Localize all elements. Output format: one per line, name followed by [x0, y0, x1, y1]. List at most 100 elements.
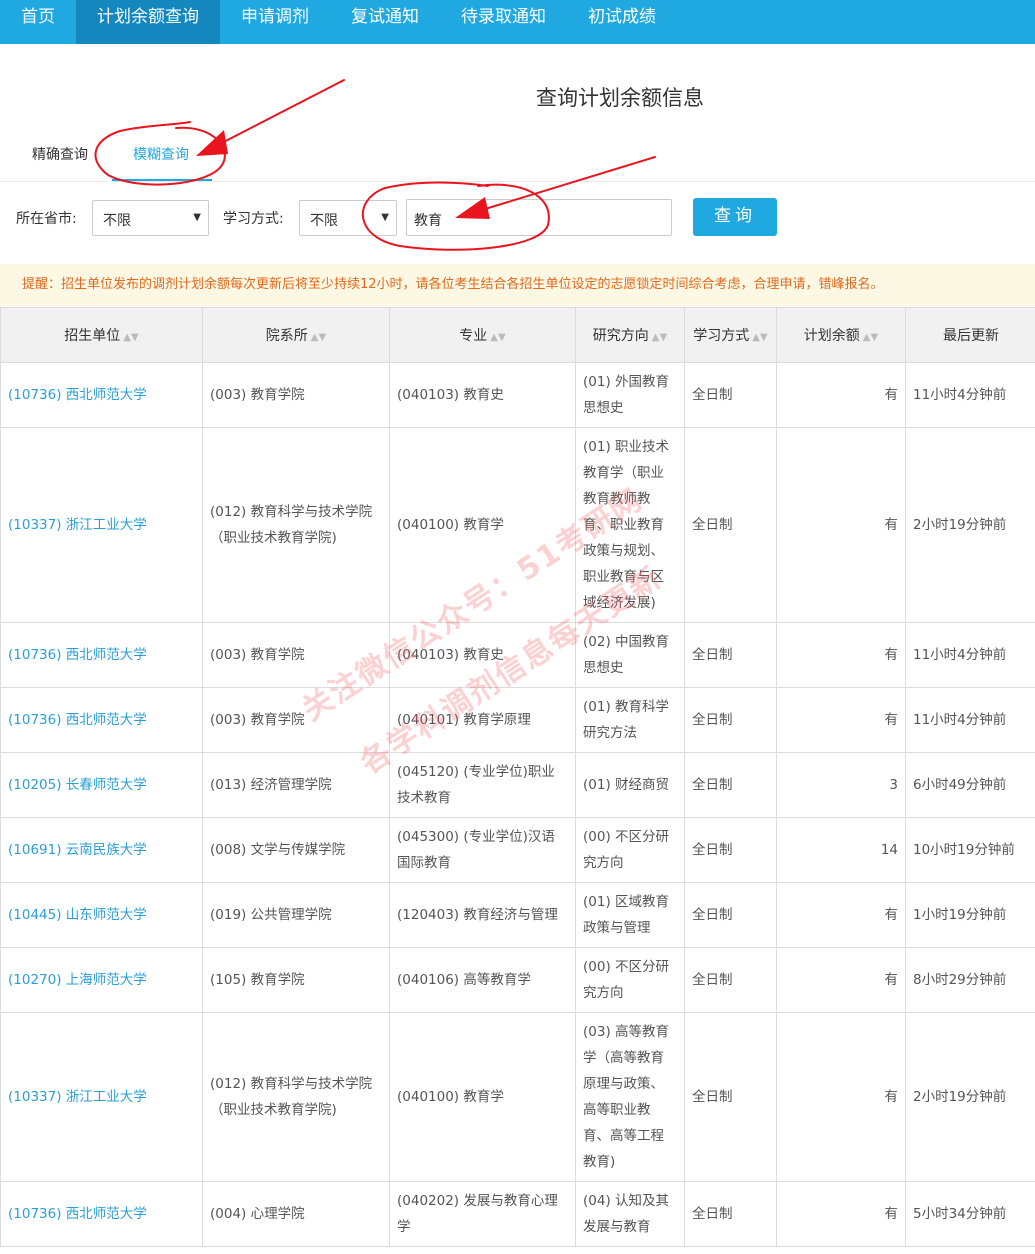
top-nav: 首页 计划余额查询 申请调剂 复试通知 待录取通知 初试成绩 [0, 0, 1035, 44]
cell-updated: 11小时4分钟前 [905, 622, 1035, 688]
cell-remain: 有 [776, 427, 906, 623]
table-row: (10205) 长春师范大学 (013) 经济管理学院 (045120) (专业… [0, 752, 1035, 818]
tab-exact-query[interactable]: 精确查询 [32, 144, 88, 164]
cell-unit[interactable]: (10691) 云南民族大学 [0, 817, 203, 883]
cell-dept: (012) 教育科学与技术学院（职业技术教育学院) [202, 427, 390, 623]
cell-unit[interactable]: (10205) 长春师范大学 [0, 752, 203, 818]
cell-major: (040101) 教育学原理 [389, 687, 576, 753]
sort-icon: ▲▼ [490, 332, 506, 343]
nav-item-apply-transfer[interactable]: 申请调剂 [220, 0, 330, 44]
cell-mode: 全日制 [684, 687, 777, 753]
cell-remain: 14 [776, 817, 906, 883]
cell-major: (040103) 教育史 [389, 362, 576, 428]
cell-mode: 全日制 [684, 947, 777, 1013]
cell-remain: 有 [776, 687, 906, 753]
nav-item-retest-notice[interactable]: 复试通知 [330, 0, 440, 44]
page-title: 查询计划余额信息 [536, 86, 704, 110]
cell-unit[interactable]: (10445) 山东师范大学 [0, 882, 203, 948]
cell-remain: 有 [776, 622, 906, 688]
table-row: (10736) 西北师范大学 (003) 教育学院 (040103) 教育史 (… [0, 622, 1035, 688]
cell-unit[interactable]: (10736) 西北师范大学 [0, 1181, 203, 1247]
col-header-dept[interactable]: 院系所 ▲▼ [202, 307, 390, 363]
cell-mode: 全日制 [684, 427, 777, 623]
province-select[interactable]: 不限 ▼ [92, 200, 209, 236]
nav-item-plan-balance[interactable]: 计划余额查询 [76, 0, 220, 44]
sort-icon: ▲▼ [862, 332, 879, 343]
cell-updated: 5小时34分钟前 [905, 1181, 1035, 1247]
cell-dept: (008) 文学与传媒学院 [202, 817, 390, 883]
cell-major: (040202) 发展与教育心理学 [389, 1181, 576, 1247]
table-row: (10270) 上海师范大学 (105) 教育学院 (040106) 高等教育学… [0, 947, 1035, 1013]
cell-dept: (003) 教育学院 [202, 687, 390, 753]
cell-mode: 全日制 [684, 882, 777, 948]
sort-icon: ▲▼ [651, 332, 668, 343]
cell-major: (120403) 教育经济与管理 [389, 882, 576, 948]
table-row: (10736) 西北师范大学 (003) 教育学院 (040101) 教育学原理… [0, 687, 1035, 753]
cell-dept: (012) 教育科学与技术学院（职业技术教育学院) [202, 1012, 390, 1182]
province-label: 所在省市: [16, 211, 77, 227]
study-mode-label: 学习方式: [223, 211, 284, 227]
cell-dept: (019) 公共管理学院 [202, 882, 390, 948]
nav-item-home[interactable]: 首页 [0, 0, 76, 44]
cell-remain: 有 [776, 362, 906, 428]
sort-icon: ▲▼ [752, 332, 768, 343]
province-select-value: 不限 [103, 213, 131, 229]
cell-updated: 2小时19分钟前 [905, 1012, 1035, 1182]
cell-direction: (04) 认知及其发展与教育 [575, 1181, 685, 1247]
dropdown-arrow-icon: ▼ [193, 212, 201, 223]
cell-unit[interactable]: (10337) 浙江工业大学 [0, 1012, 203, 1182]
cell-major: (045300) (专业学位)汉语国际教育 [389, 817, 576, 883]
cell-mode: 全日制 [684, 622, 777, 688]
cell-unit[interactable]: (10736) 西北师范大学 [0, 362, 203, 428]
study-mode-select-value: 不限 [310, 213, 338, 229]
table-row: (10337) 浙江工业大学 (012) 教育科学与技术学院（职业技术教育学院)… [0, 1012, 1035, 1182]
cell-direction: (01) 区域教育政策与管理 [575, 882, 685, 948]
col-header-updated: 最后更新 [905, 307, 1035, 363]
table-row: (10691) 云南民族大学 (008) 文学与传媒学院 (045300) (专… [0, 817, 1035, 883]
tab-fuzzy-query[interactable]: 模糊查询 [133, 144, 189, 164]
study-mode-select[interactable]: 不限 ▼ [299, 200, 397, 236]
cell-major: (040100) 教育学 [389, 427, 576, 623]
cell-direction: (00) 不区分研究方向 [575, 947, 685, 1013]
cell-updated: 2小时19分钟前 [905, 427, 1035, 623]
query-tabs: 精确查询 模糊查询 [0, 140, 1035, 182]
cell-direction: (01) 职业技术教育学（职业教育教师教育、职业教育政策与规划、职业教育与区域经… [575, 427, 685, 623]
cell-mode: 全日制 [684, 752, 777, 818]
col-header-direction[interactable]: 研究方向 ▲▼ [575, 307, 685, 363]
active-tab-indicator [112, 179, 212, 181]
col-header-unit[interactable]: 招生单位 ▲▼ [0, 307, 203, 363]
nav-item-initial-scores[interactable]: 初试成绩 [567, 0, 677, 44]
table-row: (10736) 西北师范大学 (003) 教育学院 (040103) 教育史 (… [0, 362, 1035, 428]
col-header-major[interactable]: 专业 ▲▼ [389, 307, 576, 363]
cell-remain: 有 [776, 1181, 906, 1247]
cell-dept: (105) 教育学院 [202, 947, 390, 1013]
cell-mode: 全日制 [684, 1181, 777, 1247]
cell-mode: 全日制 [684, 817, 777, 883]
reminder-notice: 提醒：招生单位发布的调剂计划余额每次更新后将至少持续12小时，请各位考生结合各招… [0, 264, 1035, 306]
filter-bar: 所在省市: 不限 ▼ 学习方式: 不限 ▼ 教育 查询 [0, 198, 1035, 238]
query-button[interactable]: 查询 [693, 198, 777, 236]
cell-unit[interactable]: (10270) 上海师范大学 [0, 947, 203, 1013]
col-header-mode[interactable]: 学习方式 ▲▼ [684, 307, 777, 363]
cell-remain: 有 [776, 947, 906, 1013]
cell-dept: (004) 心理学院 [202, 1181, 390, 1247]
cell-dept: (013) 经济管理学院 [202, 752, 390, 818]
cell-unit[interactable]: (10736) 西北师范大学 [0, 622, 203, 688]
cell-mode: 全日制 [684, 1012, 777, 1182]
cell-unit[interactable]: (10337) 浙江工业大学 [0, 427, 203, 623]
table-row: (10337) 浙江工业大学 (012) 教育科学与技术学院（职业技术教育学院)… [0, 427, 1035, 623]
cell-remain: 有 [776, 882, 906, 948]
table-header-row: 招生单位 ▲▼ 院系所 ▲▼ 专业 ▲▼ 研究方向 ▲▼ 学习方式 ▲▼ 计划余额 ▲▼ 最… [0, 307, 1035, 363]
table-row: (10736) 西北师范大学 (004) 心理学院 (040202) 发展与教育… [0, 1181, 1035, 1247]
sort-icon: ▲▼ [123, 332, 139, 343]
cell-direction: (03) 高等教育学（高等教育原理与政策、高等职业教育、高等工程教育) [575, 1012, 685, 1182]
col-header-remain[interactable]: 计划余额 ▲▼ [776, 307, 906, 363]
cell-mode: 全日制 [684, 362, 777, 428]
cell-remain: 有 [776, 1012, 906, 1182]
cell-direction: (00) 不区分研究方向 [575, 817, 685, 883]
keyword-input[interactable]: 教育 [406, 199, 672, 236]
cell-remain: 3 [776, 752, 906, 818]
cell-unit[interactable]: (10736) 西北师范大学 [0, 687, 203, 753]
cell-direction: (01) 外国教育思想史 [575, 362, 685, 428]
nav-item-admission-pending[interactable]: 待录取通知 [440, 0, 567, 44]
